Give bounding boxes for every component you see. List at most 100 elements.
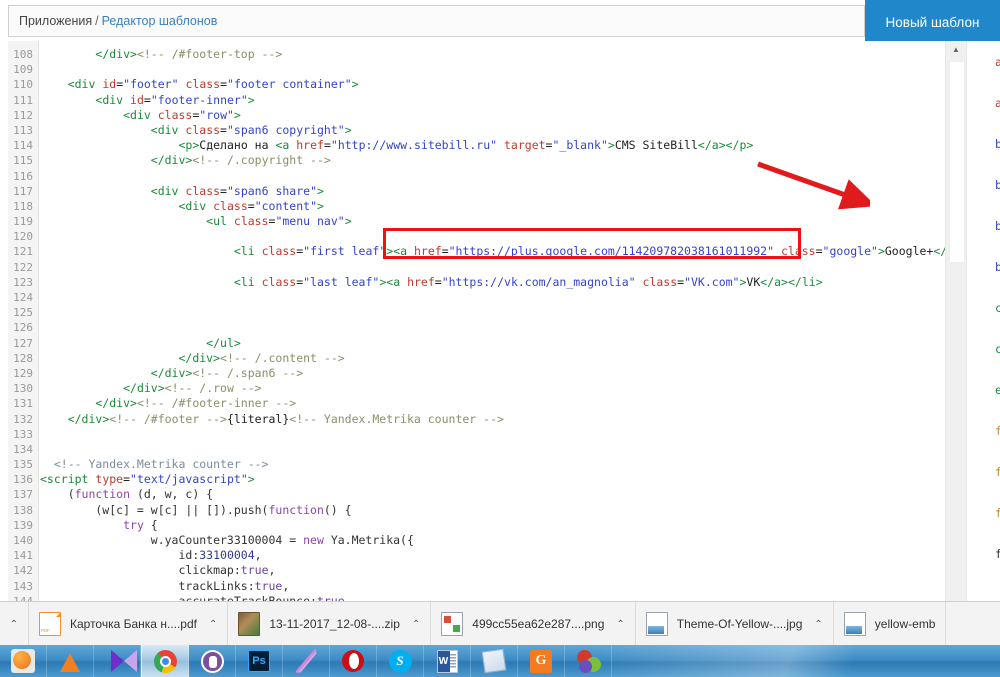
scrollbar-thumb[interactable] [949, 61, 965, 263]
chrome-icon [153, 649, 177, 673]
code-line[interactable]: w.yaCounter33100004 = new Ya.Metrika({ [40, 533, 945, 548]
new-template-button[interactable]: Новый шаблон [865, 0, 1000, 44]
code-line[interactable]: (function (d, w, c) { [40, 487, 945, 502]
code-content[interactable]: </div><!-- /#footer-top --> <div id="foo… [40, 41, 945, 601]
line-number: 135 [13, 458, 33, 472]
line-number: 136 [13, 473, 33, 487]
code-line[interactable]: clickmap:true, [40, 563, 945, 578]
code-line[interactable]: </div><!-- /#footer-top --> [40, 47, 945, 62]
clipped-code-fragment: a [995, 55, 1000, 69]
line-number: 117 [13, 184, 33, 198]
code-line[interactable]: </div><!-- /#footer -->{literal}<!-- Yan… [40, 412, 945, 427]
breadcrumb-separator: / [95, 14, 99, 28]
code-line[interactable]: accurateTrackBounce:true, [40, 594, 945, 601]
code-line[interactable]: trackLinks:true, [40, 579, 945, 594]
line-number: 129 [13, 366, 33, 380]
breadcrumb: Приложения / Редактор шаблонов [19, 14, 217, 28]
line-number: 133 [13, 427, 33, 441]
template-code-editor[interactable]: 108 109 110 111 112 113 114 115 116 117 118 119 120 1… [8, 41, 965, 601]
code-line[interactable]: <div class="span6 share"> [40, 184, 945, 199]
screen: Приложения / Редактор шаблонов Новый шабло… [0, 0, 1000, 677]
line-number: 127 [13, 336, 33, 350]
code-line[interactable]: <div class="span6 copyright"> [40, 123, 945, 138]
code-line[interactable] [40, 62, 945, 77]
breadcrumb-bar: Приложения / Редактор шаблонов [8, 5, 865, 37]
taskbar-button-foxit-pdf[interactable]: G [518, 645, 565, 677]
taskbar-button-word[interactable] [424, 645, 471, 677]
code-line[interactable]: <ul class="menu nav"> [40, 214, 945, 229]
code-line[interactable] [40, 442, 945, 457]
download-item-menu-caret[interactable]: ⌃ [814, 619, 822, 630]
taskbar-button-chrome[interactable] [141, 645, 189, 677]
code-line[interactable] [40, 260, 945, 275]
clipped-code-fragment: c [995, 342, 1000, 356]
line-number: 125 [13, 306, 33, 320]
code-line[interactable]: try { [40, 518, 945, 533]
media-converter-icon [110, 650, 137, 672]
code-line[interactable]: </div><!-- /.row --> [40, 381, 945, 396]
code-line[interactable]: <div id="footer" class="footer container… [40, 77, 945, 92]
code-line[interactable] [40, 290, 945, 305]
chrome-download-bar: ⌃ Карточка Банка н....pdf⌃13-11-2017_12-… [0, 601, 1000, 646]
code-line[interactable] [40, 229, 945, 244]
code-line[interactable]: </div><!-- /.span6 --> [40, 366, 945, 381]
code-line[interactable]: </ul> [40, 336, 945, 351]
taskbar-button-media-player[interactable] [0, 645, 47, 677]
code-line[interactable] [40, 427, 945, 442]
download-item[interactable]: 499cc55ea62e287....png ⌃ [431, 602, 636, 646]
code-line[interactable]: <li class="first leaf"><a href="https://… [40, 244, 945, 259]
taskbar-button-feather-editor[interactable] [283, 645, 330, 677]
pdf-file-icon [39, 612, 61, 636]
download-item-menu-caret[interactable]: ⌃ [616, 619, 624, 630]
taskbar-button-notepad[interactable] [471, 645, 518, 677]
opera-icon [342, 650, 364, 672]
clipped-code-fragment: e [995, 383, 1000, 397]
editor-vertical-scrollbar[interactable]: ▲ [945, 41, 966, 601]
code-line[interactable]: <div class="content"> [40, 199, 945, 214]
taskbar-button-vlc[interactable] [47, 645, 94, 677]
taskbar-button-opera[interactable] [330, 645, 377, 677]
code-line[interactable]: </div><!-- /.content --> [40, 351, 945, 366]
taskbar-button-media-converter[interactable] [94, 645, 141, 677]
feather-editor-icon [294, 649, 318, 673]
code-line[interactable]: <script type="text/javascript"> [40, 472, 945, 487]
code-line[interactable] [40, 305, 945, 320]
code-line[interactable]: (w[c] = w[c] || []).push(function() { [40, 503, 945, 518]
line-number: 119 [13, 215, 33, 229]
code-line[interactable]: <p>Сделано на <a href="http://www.sitebi… [40, 138, 945, 153]
download-item-menu-caret[interactable]: ⌃ [209, 619, 217, 630]
code-line[interactable]: <!-- Yandex.Metrika counter --> [40, 457, 945, 472]
code-line[interactable] [40, 169, 945, 184]
line-number: 138 [13, 503, 33, 517]
code-line[interactable]: <div class="row"> [40, 108, 945, 123]
line-number: 131 [13, 397, 33, 411]
taskbar-button-skype[interactable]: S [377, 645, 424, 677]
code-line[interactable]: <li class="last leaf"><a href="https://v… [40, 275, 945, 290]
scroll-up-arrow[interactable]: ▲ [946, 41, 966, 58]
download-item-label: yellow-emb [874, 617, 936, 631]
code-line[interactable]: </div><!-- /#footer-inner --> [40, 396, 945, 411]
download-item-label: 499cc55ea62e287....png [472, 617, 605, 631]
taskbar-button-gears-settings[interactable] [565, 645, 612, 677]
code-line[interactable] [40, 320, 945, 335]
line-number: 144 [8, 594, 38, 601]
download-item[interactable]: Карточка Банка н....pdf ⌃ [29, 602, 229, 646]
line-number: 123 [13, 275, 33, 289]
vlc-icon [60, 653, 80, 672]
breadcrumb-current[interactable]: Редактор шаблонов [102, 14, 218, 28]
jpg-image-icon [843, 612, 866, 636]
download-item[interactable]: Theme-Of-Yellow-....jpg ⌃ [636, 602, 834, 646]
line-number: 128 [13, 351, 33, 365]
code-line[interactable]: id:33100004, [40, 548, 945, 563]
clipped-code-fragment: f [995, 465, 1000, 479]
code-line[interactable]: <div id="footer-inner"> [40, 93, 945, 108]
line-number: 114 [13, 139, 33, 153]
code-line[interactable]: </div><!-- /.copyright --> [40, 153, 945, 168]
taskbar-button-viber[interactable] [189, 645, 236, 677]
breadcrumb-root[interactable]: Приложения [19, 14, 92, 28]
download-item-menu-caret[interactable]: ⌃ [412, 619, 420, 630]
download-item[interactable]: yellow-emb [834, 602, 947, 646]
download-item[interactable]: 13-11-2017_12-08-....zip ⌃ [228, 602, 432, 646]
taskbar-button-photoshop[interactable]: Ps [236, 645, 283, 677]
download-overflow-caret[interactable]: ⌃ [0, 602, 29, 646]
